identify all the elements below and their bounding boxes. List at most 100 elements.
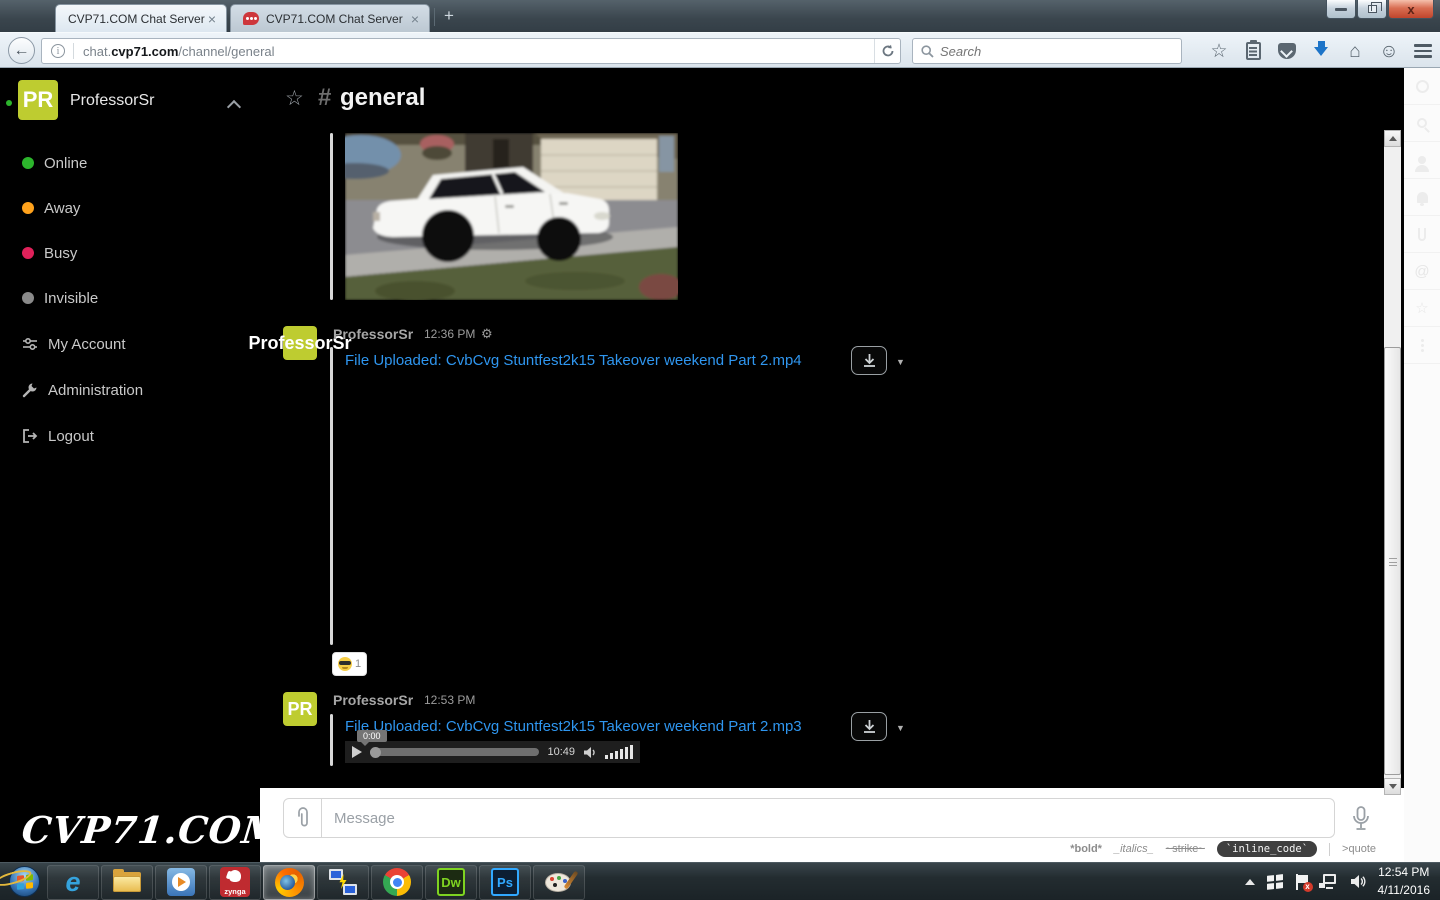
message-avatar[interactable]: ProfessorSr <box>283 326 317 360</box>
notifications-tab[interactable] <box>1404 179 1440 216</box>
url-bar[interactable]: i chat.cvp71.com/channel/general <box>41 38 901 64</box>
download-file-button[interactable] <box>851 346 887 375</box>
attachment-collapse-caret-icon[interactable]: ▼ <box>896 723 905 733</box>
sidebar-item-label: My Account <box>48 336 126 353</box>
scrollbar-thumb[interactable] <box>1384 347 1401 775</box>
audio-player[interactable]: 10:49 <box>345 741 640 763</box>
message-avatar[interactable]: PR <box>283 692 317 726</box>
browser-tab-active[interactable]: CVP71.COM Chat Server × <box>55 4 227 32</box>
scroll-down-button[interactable] <box>1384 778 1401 795</box>
starred-tab[interactable]: ☆ <box>1404 290 1440 327</box>
at-icon: @ <box>1414 263 1429 280</box>
new-tab-button[interactable]: + <box>444 6 454 26</box>
taskbar-dreamweaver[interactable]: Dw <box>425 865 477 900</box>
browser-toolbar: ← i chat.cvp71.com/channel/general ☆ ⌂ ☺ <box>0 32 1440 68</box>
sidebar-item-logout[interactable]: Logout <box>0 421 260 451</box>
speaker-icon[interactable] <box>583 746 597 759</box>
sidebar-item-my-account[interactable]: My Account <box>0 329 260 359</box>
bookmark-star-icon[interactable]: ☆ <box>1202 36 1236 66</box>
get-windows10-icon[interactable] <box>1267 874 1283 889</box>
account-avatar[interactable]: PR <box>18 80 58 120</box>
message-timestamp: 12:36 PM <box>424 327 475 341</box>
site-info-icon[interactable]: i <box>51 44 65 58</box>
attachment-collapse-caret-icon[interactable]: ▼ <box>896 357 905 367</box>
browser-tab-inactive[interactable]: CVP71.COM Chat Server × <box>230 4 430 32</box>
menu-hamburger-icon[interactable] <box>1406 36 1440 66</box>
search-input[interactable] <box>940 44 1181 59</box>
channel-name: general <box>340 84 425 112</box>
action-center-flag-icon[interactable]: x <box>1295 874 1309 890</box>
reading-list-icon[interactable] <box>1236 36 1270 66</box>
taskbar-paint[interactable] <box>533 865 585 900</box>
reload-button[interactable] <box>874 39 900 63</box>
taskbar-network-connect[interactable] <box>317 865 369 900</box>
back-button[interactable]: ← <box>8 37 35 64</box>
audio-progress-thumb[interactable] <box>370 747 381 758</box>
chat-scrollbar[interactable] <box>1384 130 1401 795</box>
error-badge: x <box>1303 882 1313 892</box>
taskbar-photoshop[interactable]: Ps <box>479 865 531 900</box>
taskbar-windows-explorer[interactable] <box>101 865 153 900</box>
taskbar-zynga[interactable]: zynga <box>209 865 261 900</box>
downloads-icon[interactable] <box>1304 36 1338 66</box>
close-button[interactable]: x <box>1388 0 1434 19</box>
volume-icon[interactable] <box>1350 874 1366 889</box>
url-subdomain: chat. <box>83 44 111 59</box>
minimize-button[interactable] <box>1326 0 1356 19</box>
busy-dot <box>22 247 34 259</box>
home-icon[interactable]: ⌂ <box>1338 36 1372 66</box>
tray-expand-icon[interactable] <box>1245 879 1255 885</box>
channel-info-tab[interactable] <box>1404 68 1440 105</box>
files-tab[interactable] <box>1404 216 1440 253</box>
attachment-bar <box>330 133 333 300</box>
restore-button[interactable] <box>1357 0 1387 19</box>
scroll-up-button[interactable] <box>1384 130 1401 147</box>
file-upload-link[interactable]: File Uploaded: CvbCvg Stuntfest2k15 Take… <box>345 352 802 369</box>
message-actions-gear-icon[interactable]: ⚙ <box>481 326 493 342</box>
search-tab[interactable] <box>1404 105 1440 142</box>
microphone-button[interactable] <box>1352 806 1370 832</box>
status-item-online[interactable]: Online <box>0 148 260 178</box>
audio-progress-track[interactable] <box>370 748 539 756</box>
message-input-box[interactable] <box>283 798 1335 838</box>
audio-duration: 10:49 <box>547 746 575 758</box>
taskbar-chrome[interactable] <box>371 865 423 900</box>
mentions-tab[interactable]: @ <box>1404 253 1440 290</box>
download-file-button[interactable] <box>851 712 887 741</box>
feedback-smiley-icon[interactable]: ☺ <box>1372 36 1406 66</box>
taskbar-internet-explorer[interactable]: e <box>47 865 99 900</box>
car-photo[interactable] <box>345 133 678 300</box>
channel-favorite-star-icon[interactable]: ☆ <box>285 86 304 111</box>
photoshop-icon: Ps <box>491 868 519 896</box>
file-upload-link[interactable]: File Uploaded: CvbCvg Stuntfest2k15 Take… <box>345 718 802 735</box>
taskbar-clock[interactable]: 12:54 PM 4/11/2016 <box>1378 864 1431 899</box>
firefox-icon <box>275 868 304 897</box>
status-item-away[interactable]: Away <box>0 193 260 223</box>
sidebar-item-label: Logout <box>48 428 94 445</box>
sliders-icon <box>22 336 38 352</box>
status-label: Online <box>44 155 87 172</box>
media-player-icon <box>167 868 195 896</box>
more-options-tab[interactable] <box>1404 327 1440 364</box>
tab-close-button[interactable]: × <box>206 11 218 27</box>
taskbar-firefox-active[interactable] <box>263 865 315 900</box>
network-status-icon[interactable] <box>1321 874 1338 889</box>
sidebar-item-administration[interactable]: Administration <box>0 375 260 405</box>
pocket-icon[interactable] <box>1270 36 1304 66</box>
volume-bars[interactable] <box>605 745 633 759</box>
status-item-invisible[interactable]: Invisible <box>0 283 260 313</box>
restore-icon <box>1368 5 1377 13</box>
message-input[interactable] <box>322 799 1334 837</box>
search-bar[interactable] <box>912 38 1182 64</box>
play-icon[interactable] <box>352 746 362 758</box>
attach-file-button[interactable] <box>284 799 322 837</box>
taskbar-media-player[interactable] <box>155 865 207 900</box>
clock-date: 4/11/2016 <box>1378 882 1431 899</box>
chevron-up-icon[interactable] <box>227 100 241 114</box>
windows-taskbar: e zynga Dw Ps <box>0 862 1440 900</box>
members-tab[interactable] <box>1404 142 1440 179</box>
status-item-busy[interactable]: Busy <box>0 238 260 268</box>
reaction-pill[interactable]: 1 <box>332 652 367 676</box>
video-player[interactable] <box>345 380 1005 642</box>
tab-close-button[interactable]: × <box>409 11 421 27</box>
